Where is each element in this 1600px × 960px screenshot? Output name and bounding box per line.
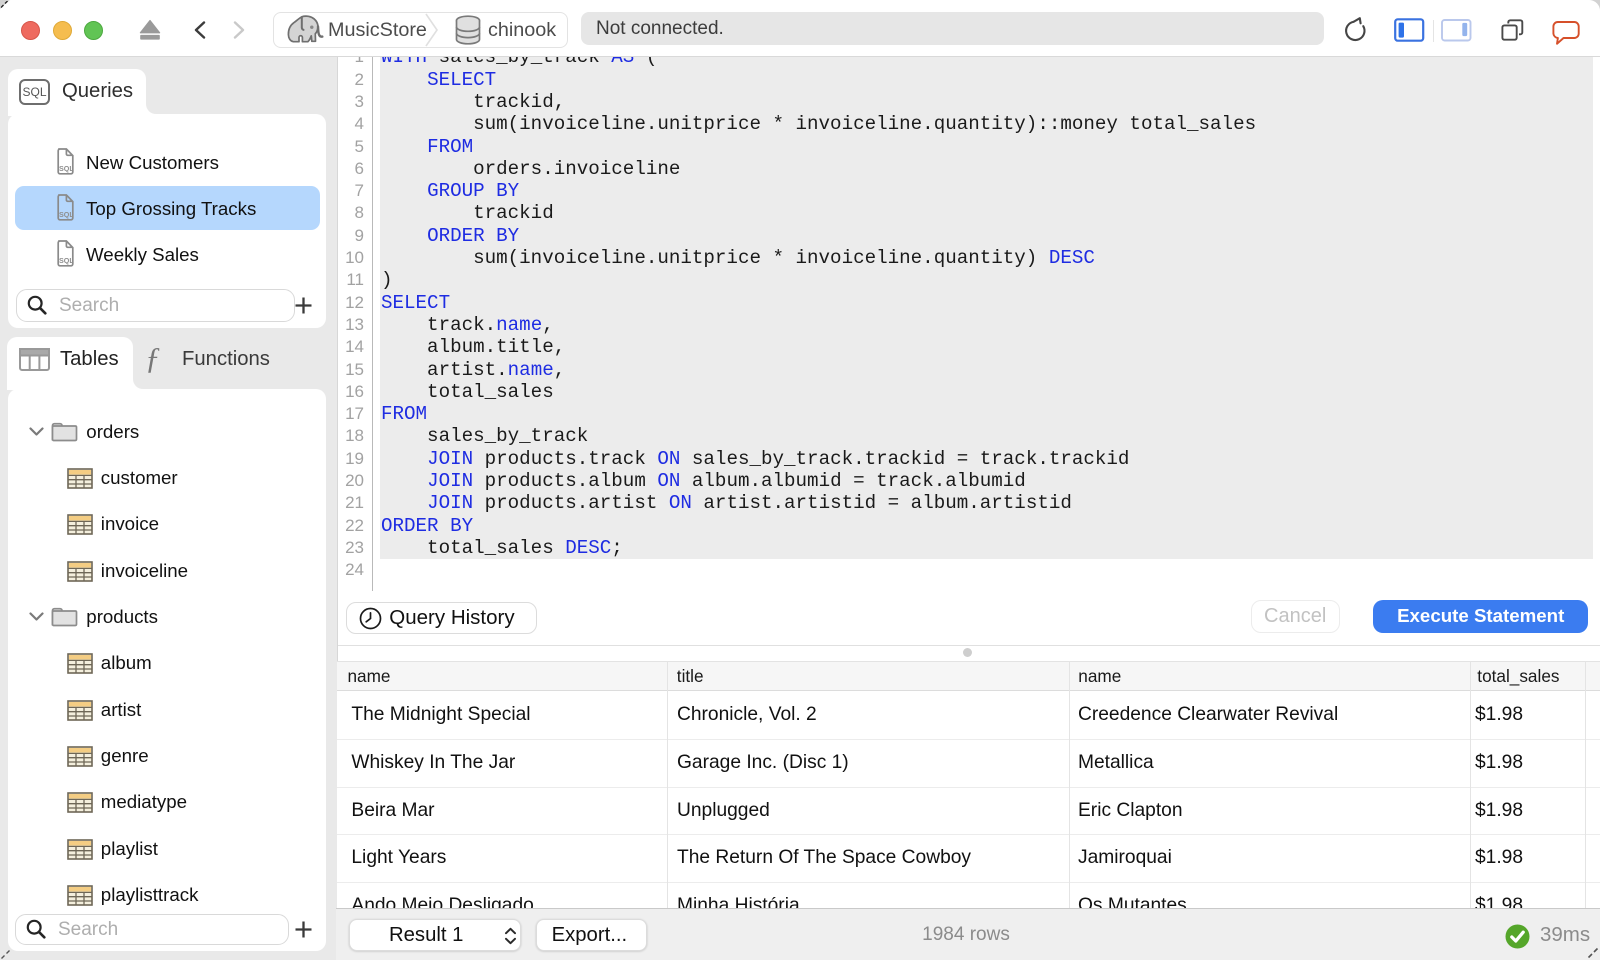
- svg-text:SQL: SQL: [59, 164, 74, 173]
- svg-text:SQL: SQL: [59, 256, 74, 265]
- svg-text:SQL: SQL: [59, 210, 74, 219]
